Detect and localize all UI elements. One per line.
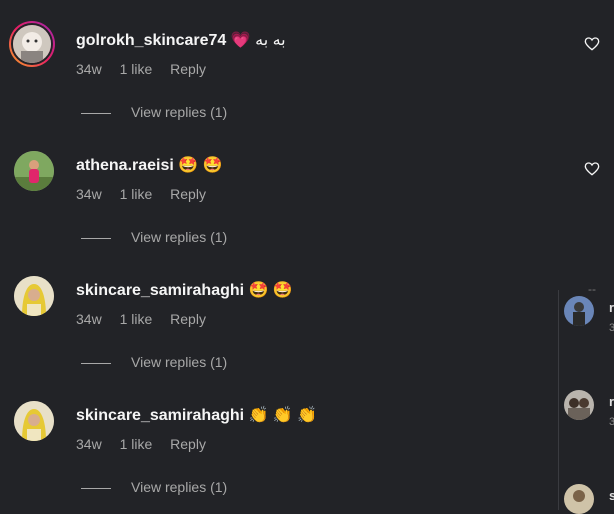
comment-meta: 34w 1 like Reply [76, 186, 220, 202]
side-panel-avatar[interactable] [564, 390, 594, 420]
side-panel-avatar[interactable] [564, 296, 594, 326]
view-replies-button[interactable]: View replies (1) [81, 479, 227, 495]
replies-divider [81, 362, 111, 364]
comment-username[interactable]: athena.raeisi 🤩 🤩 [76, 155, 223, 175]
comment-time[interactable]: 34w [76, 311, 102, 327]
side-panel-name[interactable]: r [609, 394, 614, 409]
comment-item: golrokh_skincare74 💗 به به 34w 1 like Re… [0, 0, 614, 125]
comment-time[interactable]: 34w [76, 186, 102, 202]
heart-icon[interactable] [584, 36, 600, 52]
comment-item: skincare_samirahaghi 👏 👏 👏 34w 1 like Re… [0, 375, 614, 500]
comment-time[interactable]: 34w [76, 61, 102, 77]
comment-text: 💗 به به [230, 32, 286, 49]
view-replies-button[interactable]: View replies (1) [81, 354, 227, 370]
replies-divider [81, 112, 111, 114]
comment-username[interactable]: skincare_samirahaghi 👏 👏 👏 [76, 405, 317, 425]
reply-button[interactable]: Reply [170, 61, 206, 77]
comment-item: skincare_samirahaghi 🤩 🤩 34w 1 like Repl… [0, 250, 614, 375]
avatar[interactable] [14, 276, 54, 316]
comment-username[interactable]: golrokh_skincare74 💗 به به [76, 30, 286, 50]
comment-likes[interactable]: 1 like [120, 311, 153, 327]
reply-button[interactable]: Reply [170, 186, 206, 202]
avatar[interactable] [14, 151, 54, 191]
comment-likes[interactable]: 1 like [120, 186, 153, 202]
comment-likes[interactable]: 1 like [120, 61, 153, 77]
side-panel-sub: 3 [609, 416, 614, 428]
comment-username[interactable]: skincare_samirahaghi 🤩 🤩 [76, 280, 293, 300]
side-panel-name[interactable]: s [609, 488, 614, 503]
comment-text: 🤩 🤩 [248, 282, 293, 299]
comment-meta: 34w 1 like Reply [76, 311, 220, 327]
reply-button[interactable]: Reply [170, 311, 206, 327]
replies-divider [81, 237, 111, 239]
comment-item: athena.raeisi 🤩 🤩 34w 1 like Reply View … [0, 125, 614, 250]
replies-divider [81, 487, 111, 489]
comment-likes[interactable]: 1 like [120, 436, 153, 452]
reply-button[interactable]: Reply [170, 436, 206, 452]
comment-text: 👏 👏 👏 [248, 407, 318, 424]
comment-meta: 34w 1 like Reply [76, 61, 220, 77]
comment-time[interactable]: 34w [76, 436, 102, 452]
side-panel: -- r 3 r 3 s [558, 282, 614, 514]
side-panel-sub: 3 [609, 322, 614, 334]
heart-icon[interactable] [584, 161, 600, 177]
avatar[interactable] [9, 21, 55, 67]
avatar[interactable] [14, 401, 54, 441]
side-panel-name[interactable]: r [609, 300, 614, 315]
side-panel-dash: -- [588, 282, 596, 296]
comment-text: 🤩 🤩 [178, 157, 223, 174]
comment-meta: 34w 1 like Reply [76, 436, 220, 452]
view-replies-button[interactable]: View replies (1) [81, 229, 227, 245]
view-replies-button[interactable]: View replies (1) [81, 104, 227, 120]
side-panel-avatar[interactable] [564, 484, 594, 514]
